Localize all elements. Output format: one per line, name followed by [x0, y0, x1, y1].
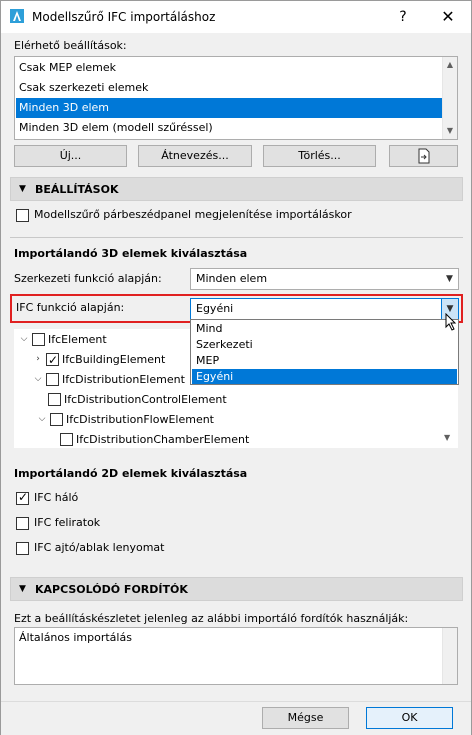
title-bar: Modellszűrő IFC importáláshoz ? ✕ — [1, 1, 471, 33]
preset-item[interactable]: Csak szerkezeti elemek — [16, 78, 443, 98]
tree-node-checkbox[interactable] — [48, 393, 61, 406]
translators-scrollbar[interactable] — [442, 628, 457, 684]
presets-scrollbar[interactable]: ▲ ▼ — [442, 57, 457, 139]
elements-2d-title: Importálandó 2D elemek kiválasztása — [14, 467, 248, 480]
tree-node-checkbox[interactable] — [60, 433, 73, 446]
help-button[interactable]: ? — [393, 7, 413, 27]
close-button[interactable]: ✕ — [438, 7, 458, 27]
tree-node-label: IfcBuildingElement — [62, 353, 166, 366]
tree-node-label: IfcDistributionControlElement — [64, 393, 227, 406]
ifc-door-window-checkbox[interactable] — [16, 542, 29, 555]
structural-function-label: Szerkezeti funkció alapján: — [14, 272, 162, 285]
ifc-function-option[interactable]: Mind — [192, 321, 457, 336]
preset-item-selected[interactable]: Minden 3D elem — [16, 98, 443, 118]
presets-label: Elérhető beállítások: — [14, 39, 127, 52]
tree-node-checkbox[interactable] — [46, 351, 59, 370]
import-file-icon — [418, 148, 429, 164]
translators-section-header[interactable]: ▼ KAPCSOLÓDÓ FORDÍTÓK — [10, 577, 463, 601]
ifc-function-value: Egyéni — [196, 302, 234, 315]
ifc-function-option[interactable]: MEP — [192, 353, 457, 368]
scroll-down-icon[interactable]: ▼ — [445, 126, 455, 136]
dialog-window: Modellszűrő IFC importáláshoz ? ✕ Elérhe… — [0, 0, 472, 735]
show-dialog-label: Modellszűrő párbeszédpanel megjelenítése… — [34, 208, 352, 221]
tree-node-label: IfcDistributionChamberElement — [76, 433, 250, 446]
delete-button[interactable]: Törlés... — [263, 145, 376, 167]
archicad-app-icon — [10, 9, 24, 23]
scroll-down-icon[interactable]: ▼ — [444, 433, 450, 442]
tree-node-checkbox[interactable] — [32, 333, 45, 346]
expand-chevron-icon[interactable]: ⌵ — [36, 410, 48, 429]
tree-node-checkbox[interactable] — [50, 413, 63, 426]
divider — [10, 237, 463, 238]
structural-function-value: Minden elem — [196, 272, 268, 285]
ifc-door-window-label: IFC ajtó/ablak lenyomat — [34, 541, 165, 554]
cancel-button[interactable]: Mégse — [262, 707, 349, 729]
presets-listbox[interactable]: Csak MEP elemek Csak szerkezeti elemek M… — [14, 56, 458, 140]
elements-3d-title: Importálandó 3D elemek kiválasztása — [14, 247, 248, 260]
ifc-annotations-checkbox[interactable] — [16, 517, 29, 530]
expand-chevron-icon[interactable]: ⌵ — [18, 330, 30, 349]
chevron-down-icon: ▼ — [446, 274, 453, 284]
scroll-up-icon[interactable]: ▲ — [445, 60, 455, 70]
collapse-triangle-icon: ▼ — [19, 184, 26, 194]
translators-list: Általános importálás — [14, 627, 458, 685]
rename-button[interactable]: Átnevezés... — [138, 145, 252, 167]
ifc-mesh-checkbox[interactable] — [16, 490, 29, 505]
expand-chevron-icon[interactable]: ⌵ — [32, 370, 44, 389]
ifc-function-option[interactable]: Szerkezeti — [192, 337, 457, 352]
preset-item[interactable]: Minden 3D elem (modell szűréssel) — [16, 118, 443, 138]
dialog-footer: Mégse OK — [1, 701, 471, 735]
tree-node-label: IfcDistributionElement — [62, 373, 185, 386]
tree-node-checkbox[interactable] — [46, 373, 59, 386]
collapse-triangle-icon: ▼ — [19, 584, 26, 594]
ifc-mesh-label: IFC háló — [34, 491, 79, 504]
new-button[interactable]: Új... — [14, 145, 127, 167]
tree-node-label: IfcDistributionFlowElement — [66, 413, 214, 426]
preset-item[interactable]: Csak MEP elemek — [16, 58, 443, 78]
import-preset-button[interactable] — [389, 145, 458, 167]
ifc-function-label: IFC funkció alapján: — [16, 301, 125, 314]
translators-section-title: KAPCSOLÓDÓ FORDÍTÓK — [35, 583, 188, 596]
settings-section-header[interactable]: ▼ BEÁLLÍTÁSOK — [10, 177, 463, 201]
ok-button[interactable]: OK — [366, 707, 453, 729]
tree-node-label: IfcElement — [48, 333, 107, 346]
settings-section-title: BEÁLLÍTÁSOK — [35, 183, 119, 196]
structural-function-select[interactable]: Minden elem ▼ — [190, 268, 459, 290]
collapsed-chevron-icon[interactable]: › — [32, 350, 44, 369]
ifc-function-option-selected[interactable]: Egyéni — [192, 369, 457, 384]
window-title: Modellszűrő IFC importáláshoz — [32, 10, 216, 24]
ifc-annotations-label: IFC feliratok — [34, 516, 101, 529]
show-dialog-checkbox[interactable] — [16, 209, 29, 222]
ifc-function-select[interactable]: Egyéni ▼ — [190, 298, 459, 320]
ifc-function-dropdown[interactable]: Mind Szerkezeti MEP Egyéni — [190, 319, 459, 385]
translator-name: Általános importálás — [19, 631, 132, 644]
translators-description: Ezt a beállításkészletet jelenleg az alá… — [14, 612, 409, 625]
mouse-cursor-icon — [445, 313, 457, 331]
